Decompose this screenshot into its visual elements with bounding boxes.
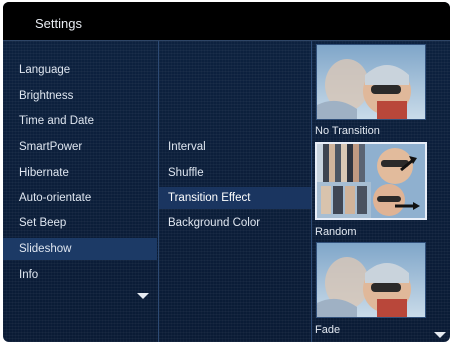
column-divider [311, 41, 312, 342]
preview-image [317, 243, 425, 317]
menu-item-smartpower[interactable]: SmartPower [3, 136, 157, 158]
page-title: Settings [35, 16, 82, 31]
menu-item-brightness[interactable]: Brightness [3, 85, 157, 107]
menu-item-hibernate[interactable]: Hibernate [3, 162, 157, 184]
settings-screen: Settings Language Brightness Time and Da… [3, 2, 450, 342]
option-label-no-transition[interactable]: No Transition [315, 125, 380, 137]
preview-image [317, 144, 425, 218]
menu-item-language[interactable]: Language [3, 59, 157, 81]
menu-item-shuffle[interactable]: Shuffle [159, 162, 311, 184]
menu-item-background-color[interactable]: Background Color [159, 212, 311, 234]
option-label-fade[interactable]: Fade [315, 324, 340, 336]
menu-item-slideshow[interactable]: Slideshow [3, 238, 157, 260]
menu-item-set-beep[interactable]: Set Beep [3, 212, 157, 234]
preview-random[interactable] [315, 142, 427, 220]
preview-image [317, 45, 425, 119]
title-bar: Settings [3, 2, 450, 41]
option-label-random[interactable]: Random [315, 226, 357, 238]
chevron-down-icon[interactable] [434, 332, 446, 338]
menu-item-auto-orientate[interactable]: Auto-orientate [3, 187, 157, 209]
menu-item-time-and-date[interactable]: Time and Date [3, 110, 157, 132]
menu-item-interval[interactable]: Interval [159, 136, 311, 158]
chevron-down-icon[interactable] [137, 293, 149, 299]
menu-item-info[interactable]: Info [3, 264, 157, 286]
menu-item-transition-effect[interactable]: Transition Effect [159, 187, 311, 209]
preview-no-transition[interactable] [316, 44, 426, 120]
preview-fade[interactable] [316, 242, 426, 318]
